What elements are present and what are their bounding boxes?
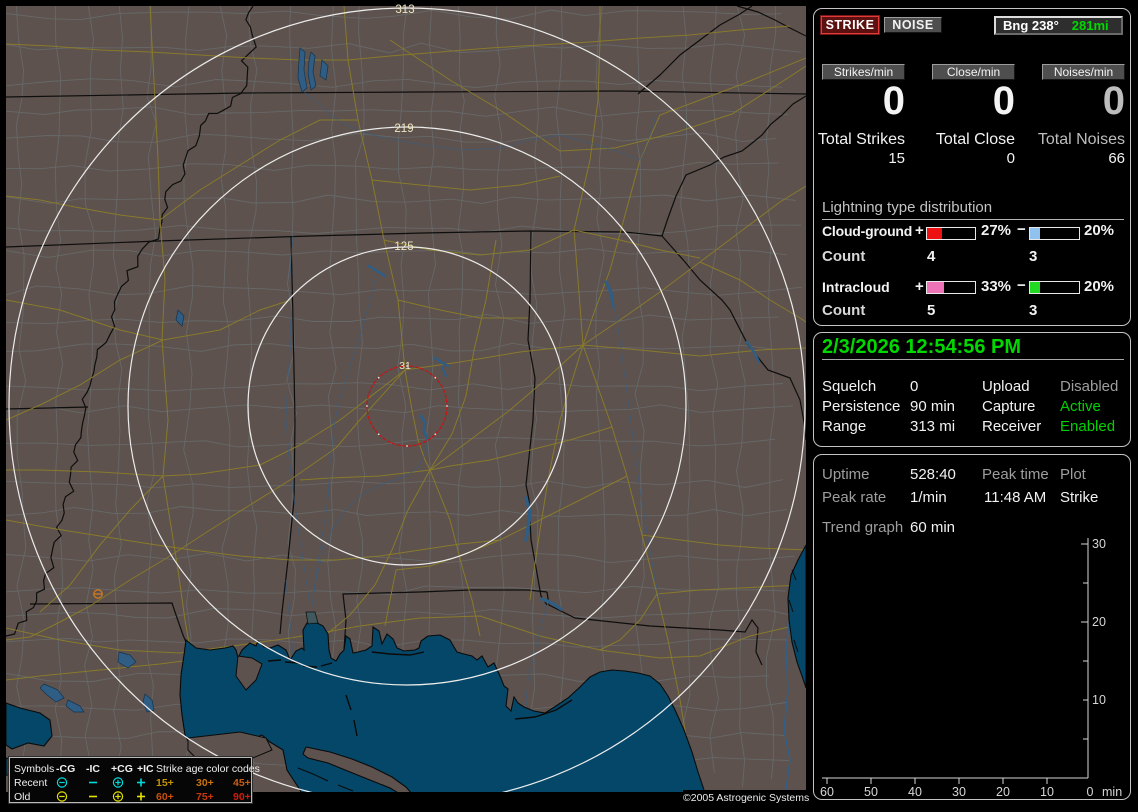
svg-text:min: min	[1102, 785, 1122, 799]
svg-text:20: 20	[996, 785, 1010, 799]
svg-text:50: 50	[864, 785, 878, 799]
svg-text:313: 313	[395, 4, 414, 16]
svg-text:40: 40	[908, 785, 922, 799]
svg-text:0: 0	[1087, 785, 1094, 799]
svg-text:60: 60	[820, 785, 834, 799]
svg-text:10: 10	[1040, 785, 1054, 799]
svg-text:219: 219	[394, 123, 413, 135]
svg-text:30: 30	[952, 785, 966, 799]
svg-text:30: 30	[1092, 537, 1106, 551]
svg-text:125: 125	[394, 241, 413, 253]
svg-text:20: 20	[1092, 615, 1106, 629]
svg-text:31: 31	[399, 360, 411, 372]
svg-text:10: 10	[1092, 693, 1106, 707]
